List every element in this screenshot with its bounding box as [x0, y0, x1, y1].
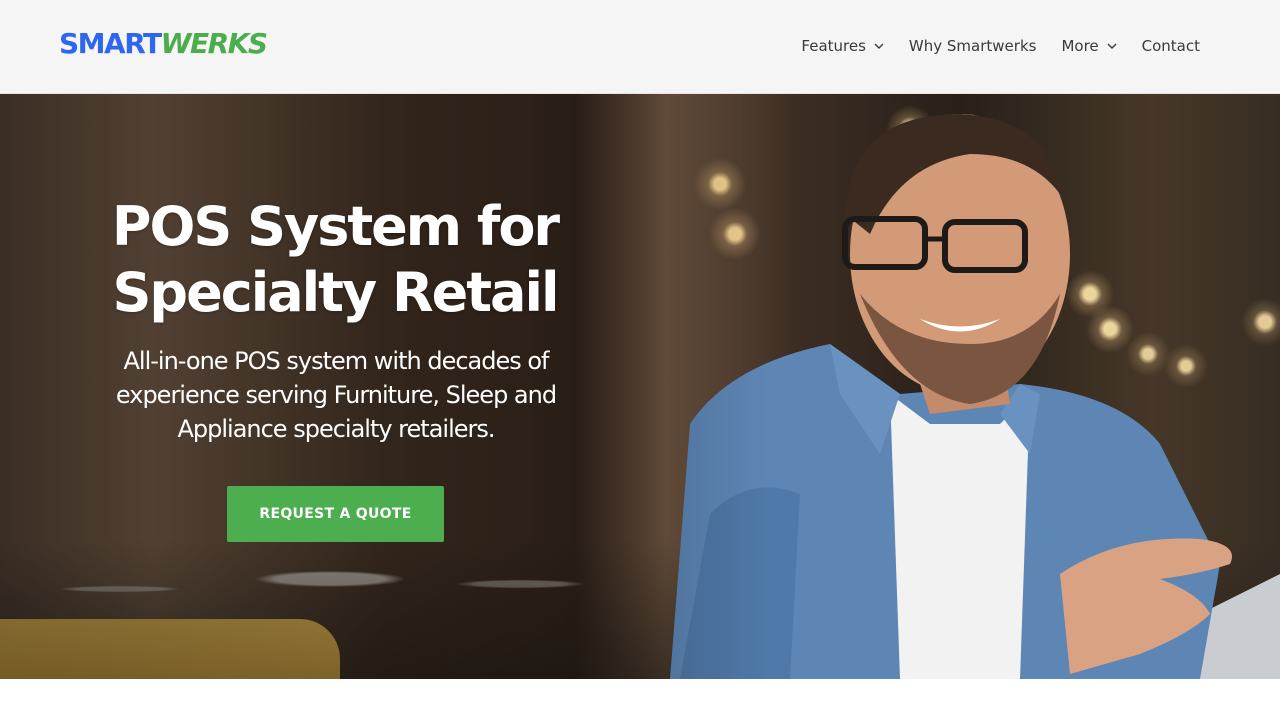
chevron-down-icon	[874, 43, 884, 49]
logo-text-smart: SMART	[59, 27, 162, 60]
logo-text-werks: WERKS	[160, 27, 268, 60]
hero-title-line2: Specialty Retail	[112, 261, 560, 324]
nav-item-features[interactable]: Features	[801, 33, 884, 59]
site-header: SMARTWERKS Features Why Smartwerks More …	[0, 0, 1280, 94]
main-nav: Features Why Smartwerks More Contact	[801, 33, 1200, 59]
hero-subtitle: All-in-one POS system with decades of ex…	[115, 347, 557, 443]
nav-label-features: Features	[801, 37, 866, 55]
nav-item-why-smartwerks[interactable]: Why Smartwerks	[909, 33, 1037, 59]
hero-title-line1: POS System for	[111, 195, 560, 258]
nav-label-why-smartwerks: Why Smartwerks	[908, 37, 1037, 55]
smartwerks-logo[interactable]: SMARTWERKS	[59, 26, 268, 62]
nav-label-contact: Contact	[1141, 37, 1200, 55]
hero-section: POS System for Specialty Retail All-in-o…	[0, 94, 1280, 679]
request-quote-button[interactable]: REQUEST A QUOTE	[227, 486, 444, 542]
hero-title: POS System for Specialty Retail	[60, 194, 610, 326]
nav-label-more: More	[1061, 37, 1099, 55]
nav-item-more[interactable]: More	[1061, 33, 1117, 59]
nav-item-contact[interactable]: Contact	[1142, 33, 1200, 59]
chevron-down-icon	[1107, 43, 1117, 49]
